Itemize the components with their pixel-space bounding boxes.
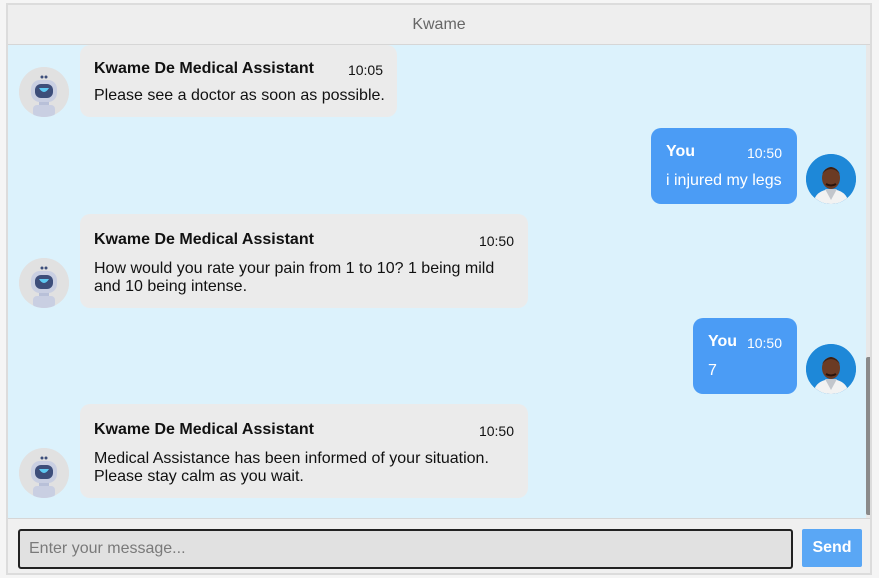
message-sender: Kwame De Medical Assistant (94, 231, 314, 248)
message-sender: You (666, 143, 696, 160)
message-sender: Kwame De Medical Assistant (94, 421, 314, 438)
message-time: 10:50 (478, 233, 514, 249)
message-sender: You (708, 333, 738, 350)
user-message-bubble: You 10:50 7 (693, 318, 797, 394)
message-text-line: Please see a doctor as soon as possible. (94, 87, 385, 104)
messages-scrollbar[interactable] (866, 45, 870, 518)
message-input[interactable] (18, 529, 793, 569)
message-sender: Kwame De Medical Assistant (94, 60, 314, 77)
send-button[interactable]: Send (802, 529, 862, 567)
robot-icon (19, 448, 69, 498)
chat-header: Kwame (8, 5, 870, 45)
scrollbar-thumb[interactable] (866, 357, 870, 515)
message-time: 10:50 (478, 423, 514, 439)
chat-window: Kwame Kwame De Medical Assistant 10:05 P… (6, 3, 872, 575)
message-list[interactable]: Kwame De Medical Assistant 10:05 Please … (8, 45, 866, 518)
bot-message-bubble: Kwame De Medical Assistant 10:50 How wou… (80, 214, 528, 308)
user-message-bubble: You 10:50 i injured my legs (651, 128, 797, 204)
bot-message-bubble: Kwame De Medical Assistant 10:50 Medical… (80, 404, 528, 498)
chat-title: Kwame (412, 15, 466, 33)
message-time: 10:50 (746, 145, 782, 161)
message-text-line: 7 (708, 362, 717, 379)
robot-icon (19, 67, 69, 117)
message-text-line: Please stay calm as you wait. (94, 468, 304, 485)
message-text-line: and 10 being intense. (94, 278, 248, 295)
message-text-line: i injured my legs (666, 172, 782, 189)
message-text-line: How would you rate your pain from 1 to 1… (94, 260, 495, 277)
message-time: 10:05 (347, 62, 383, 78)
message-time: 10:50 (746, 335, 782, 351)
user-photo-avatar (806, 154, 856, 204)
bot-message-bubble: Kwame De Medical Assistant 10:05 Please … (80, 45, 397, 117)
robot-icon (19, 258, 69, 308)
input-bar: Send (8, 518, 870, 573)
message-text-line: Medical Assistance has been informed of … (94, 450, 489, 467)
user-photo-avatar (806, 344, 856, 394)
